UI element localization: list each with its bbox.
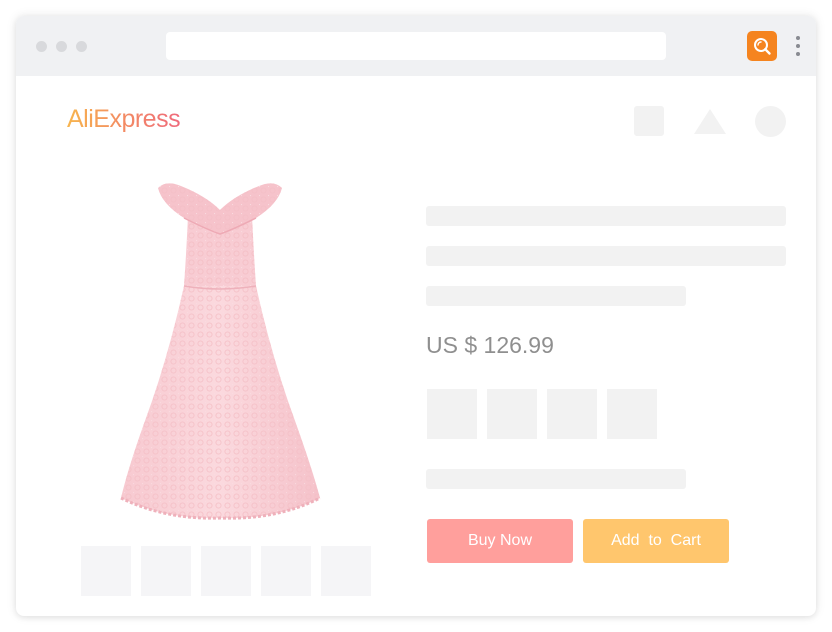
product-price: US $ 126.99	[426, 332, 554, 358]
product-thumbnail[interactable]	[81, 546, 131, 596]
square-icon[interactable]	[634, 106, 664, 136]
product-title-placeholder	[426, 206, 786, 226]
browser-window: AliExpress US $ 126.99 Buy Now Add to Ca…	[16, 16, 816, 616]
buy-now-button[interactable]: Buy Now	[427, 519, 573, 563]
window-dot-maximize[interactable]	[76, 41, 87, 52]
window-dot-close[interactable]	[36, 41, 47, 52]
variant-option[interactable]	[607, 389, 657, 439]
more-vertical-icon[interactable]	[792, 36, 804, 56]
extension-button[interactable]	[747, 31, 777, 61]
variant-option[interactable]	[487, 389, 537, 439]
product-thumbnail[interactable]	[321, 546, 371, 596]
product-title-placeholder	[426, 246, 786, 266]
triangle-icon[interactable]	[693, 107, 727, 135]
product-thumbnail[interactable]	[201, 546, 251, 596]
add-to-cart-button[interactable]: Add to Cart	[583, 519, 729, 563]
product-subtitle-placeholder	[426, 286, 686, 306]
product-thumbnail[interactable]	[261, 546, 311, 596]
address-bar[interactable]	[166, 32, 666, 60]
circle-icon[interactable]	[755, 106, 786, 137]
product-thumbnail[interactable]	[141, 546, 191, 596]
search-icon	[754, 38, 771, 55]
quantity-placeholder	[426, 469, 686, 489]
aliexpress-logo[interactable]: AliExpress	[67, 105, 181, 134]
variant-option[interactable]	[547, 389, 597, 439]
browser-titlebar	[16, 16, 816, 76]
product-image[interactable]	[106, 168, 336, 526]
variant-option[interactable]	[427, 389, 477, 439]
window-dot-minimize[interactable]	[56, 41, 67, 52]
